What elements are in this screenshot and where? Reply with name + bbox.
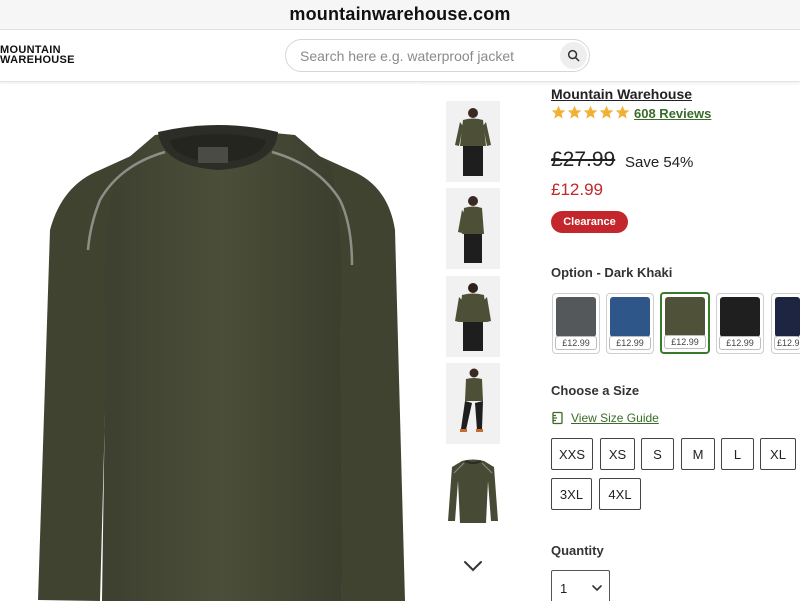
current-price: £12.99 [551,180,603,199]
star-rating [551,105,630,120]
size-option-xxs[interactable]: XXS [551,438,593,470]
site-header: MOUNTAIN WAREHOUSE [0,30,800,82]
flat-lay-image [448,459,498,523]
thumbnail-2[interactable] [446,188,500,269]
chevron-down-icon[interactable] [462,556,484,576]
swatch-color [610,297,650,337]
quantity-value: 1 [560,581,568,596]
swatch-navy[interactable]: £12.9 [771,293,800,354]
brand-link[interactable]: Mountain Warehouse [551,86,692,102]
swatch-price: £12.99 [664,335,706,349]
size-guide-link[interactable]: View Size Guide [551,411,659,425]
size-option-4xl[interactable]: 4XL [599,478,641,510]
quantity-label: Quantity [551,543,604,558]
star-icon [615,105,630,119]
model-front-image [455,108,491,176]
chevron-down-icon [592,585,602,592]
size-option-xs[interactable]: XS [600,438,635,470]
swatch-grey[interactable]: £12.99 [552,293,600,354]
reviews-link[interactable]: 608 Reviews [634,106,711,121]
model-back-image [455,283,491,351]
star-icon [583,105,598,119]
thumbnail-5[interactable] [446,451,500,532]
long-sleeve-top-image [38,125,405,601]
swatch-color [720,297,760,337]
size-option-s[interactable]: S [641,438,674,470]
size-guide-label: View Size Guide [571,411,659,425]
size-option-m[interactable]: M [681,438,715,470]
thumbnail-1[interactable] [446,101,500,182]
swatch-color [775,297,800,337]
swatch-price: £12.9 [774,336,800,350]
search-button[interactable] [560,42,587,69]
search-input[interactable] [300,47,540,65]
swatch-price: £12.99 [555,336,597,350]
thumbnail-4[interactable] [446,363,500,444]
save-percentage: Save 54% [625,154,694,171]
swatch-blue[interactable]: £12.99 [606,293,654,354]
ruler-icon [552,411,563,425]
star-icon [599,105,614,119]
model-side-image [458,196,484,263]
clearance-badge: Clearance [551,211,628,233]
main-product-image[interactable] [0,84,420,601]
swatch-dark-khaki[interactable]: £12.99 [660,292,710,354]
was-price: £27.99 [551,148,616,171]
search-icon [567,49,580,62]
option-label: Option - Dark Khaki [551,265,673,280]
browser-url-bar[interactable]: mountainwarehouse.com [0,0,800,30]
swatch-price: £12.99 [719,336,761,350]
logo-line2: WAREHOUSE [0,54,75,66]
thumbnail-3[interactable] [446,276,500,357]
swatch-color [556,297,596,337]
swatch-price: £12.99 [609,336,651,350]
size-option-3xl[interactable]: 3XL [551,478,592,510]
star-icon [567,105,582,119]
url-text: mountainwarehouse.com [289,4,511,24]
swatch-black[interactable]: £12.99 [716,293,764,354]
size-label: Choose a Size [551,383,640,398]
model-walking-image [460,368,483,432]
size-option-xl[interactable]: XL [760,438,796,470]
search-bar [285,39,590,72]
site-logo[interactable]: MOUNTAIN WAREHOUSE [0,45,75,66]
size-option-l[interactable]: L [721,438,754,470]
star-icon [551,105,566,119]
quantity-select[interactable]: 1 [551,570,610,601]
swatch-color [665,297,705,337]
